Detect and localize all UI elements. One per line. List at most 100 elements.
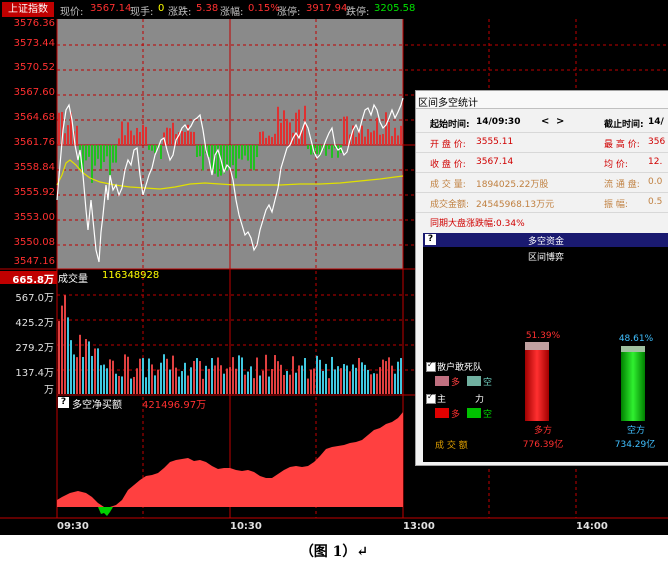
buy-sell-bar [364,136,366,145]
buy-sell-bar [307,145,309,150]
buy-sell-bar [67,125,69,145]
volume-bar [154,375,156,394]
buy-sell-bar [361,125,363,145]
volume-tick: 567.0万 [15,293,54,304]
long-amount: 776.39亿 [522,440,564,450]
volume-bar [82,356,84,394]
buy-sell-bar [247,145,249,161]
volume-bar [292,356,294,394]
buy-sell-bar [274,133,276,145]
buy-sell-bar [328,145,330,150]
retail-long-label: 多 [451,378,461,388]
volume-bar [73,354,75,394]
prev-arrow-icon[interactable]: < [541,116,549,127]
volume-bar [286,370,288,394]
buy-sell-bar [208,145,210,158]
long-bar [525,342,549,421]
volume-bar [301,365,303,394]
start-time-value[interactable]: 14/09:30 [476,117,520,127]
main-checkbox[interactable]: ✓ [426,392,436,404]
volume-bar [253,378,255,394]
buy-sell-bar [85,145,87,161]
volume-bar [235,368,237,394]
retail-checkbox[interactable]: ✓ [426,360,436,372]
volume-bar [223,373,225,394]
high-label: 最 高 价: [604,140,640,150]
buy-sell-bar [370,132,372,145]
volume-bar [220,365,222,394]
main-long-swatch [435,408,449,418]
retail-label: 散户敢死队 [437,363,483,373]
buy-sell-bar [106,145,108,157]
volume-bar [277,361,279,394]
time-row: 起始时间: 14/09:30 < > 截止时间: 14/ [416,113,668,133]
buy-sell-bar [88,145,90,157]
volume-bar [337,366,339,394]
buy-sell-bar [391,136,393,145]
open-value: 3555.11 [476,137,514,147]
volume-bar [88,341,90,394]
volume-bar [262,370,264,394]
buy-sell-bar [373,130,375,145]
volume-bar [205,365,207,394]
volume-bar [322,370,324,394]
range-stats-window: 区间多空统计 起始时间: 14/09:30 < > 截止时间: 14/ 开 盘 … [415,90,668,466]
volume-bar [166,358,168,394]
high-value: 356 [648,137,666,147]
volume-bar [295,372,297,394]
volume-bar [268,376,270,394]
buy-sell-bar [199,145,201,157]
help-icon[interactable]: ? [58,397,69,408]
short-pct: 48.61% [618,334,654,344]
amount-value: 24545968.13万元 [476,200,555,210]
swing-label: 振 幅: [604,200,628,210]
volume-bar [247,371,249,394]
volume-bar [121,376,123,394]
end-time-value[interactable]: 14/ [648,117,664,127]
buy-sell-bar [184,132,186,145]
volume-bar [373,373,375,394]
buy-sell-bar [289,122,291,145]
buy-sell-bar [181,130,183,145]
buy-sell-bar [244,145,246,156]
volume-tick: 万 [44,385,54,396]
volume-bar [355,367,357,394]
volume-bar [316,355,318,394]
close-label: 收 盘 价: [430,160,466,170]
volume-bar [283,374,285,394]
volume-bar [151,364,153,394]
buy-sell-bar [166,127,168,145]
long-bar-cap [525,342,549,350]
volume-bar [58,321,60,394]
volume-bar [298,365,300,394]
buy-sell-bar [388,122,390,145]
volume-bar [265,354,267,394]
volume-bar [307,378,309,394]
window-titlebar[interactable]: 区间多空统计 [416,91,668,109]
volume-bar [64,295,66,394]
volume-bar [214,365,216,394]
buy-sell-bar [355,136,357,145]
volume-bar [367,369,369,394]
buy-sell-bar [259,131,261,145]
fund-titlebar[interactable]: ? 多空资金 [423,233,668,247]
open-row: 开 盘 价: 3555.11 最 高 价: 356 [416,133,668,153]
buy-sell-bar [262,131,264,145]
buy-sell-bar [151,145,153,151]
next-arrow-icon[interactable]: > [556,116,564,127]
buy-sell-bar [172,122,174,145]
buy-sell-bar [316,145,318,155]
buy-sell-bar [94,145,96,166]
buy-sell-bar [127,122,129,145]
volume-bar [343,364,345,394]
volume-bar [70,340,72,394]
volume-bar [202,378,204,394]
volume-bar [157,369,159,394]
volume-bar [226,368,228,394]
short-name: 空方 [626,426,645,436]
buy-sell-bar [295,112,297,145]
buy-sell-bar [385,112,387,145]
buy-sell-bar [325,145,327,156]
volume-bar [394,373,396,394]
buy-sell-bar [139,131,141,145]
